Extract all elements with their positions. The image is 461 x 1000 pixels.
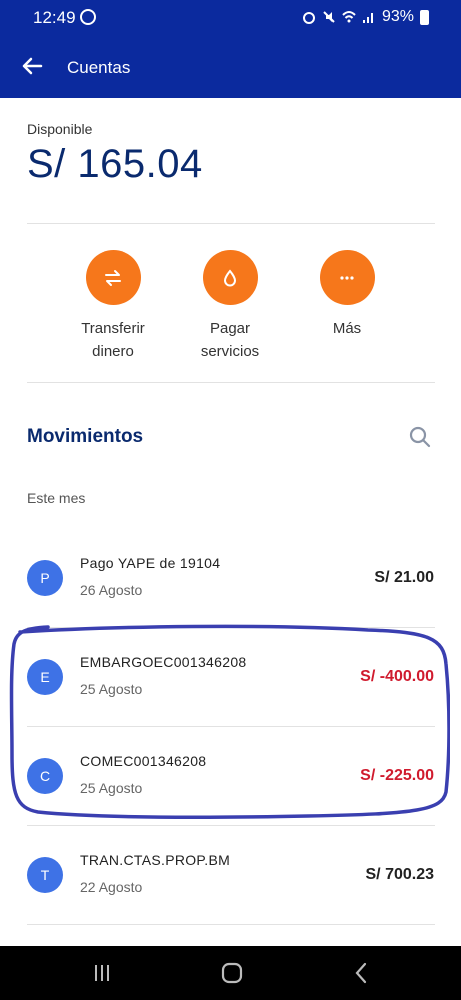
status-time: 12:49 bbox=[33, 8, 76, 27]
drop-icon bbox=[202, 250, 258, 305]
home-icon[interactable] bbox=[218, 959, 246, 987]
avatar: P bbox=[27, 560, 63, 596]
transaction-row[interactable]: P Pago YAPE de 19104 26 Agosto S/ 21.00 bbox=[0, 528, 461, 627]
app-bar: Cuentas bbox=[0, 36, 461, 98]
transaction-name: TRAN.CTAS.PROP.BM bbox=[80, 852, 231, 868]
battery-icon bbox=[420, 9, 429, 25]
transaction-amount: S/ 21.00 bbox=[374, 569, 434, 586]
action-label: Más bbox=[332, 320, 362, 337]
whatsapp-icon bbox=[80, 9, 96, 25]
highlight-annotation bbox=[9, 624, 450, 819]
wifi-icon bbox=[342, 11, 356, 23]
status-bar: 12:49 93% bbox=[0, 0, 461, 36]
transfer-money-button[interactable]: Transferir dinero bbox=[53, 250, 173, 363]
avatar: T bbox=[27, 857, 63, 893]
search-icon[interactable] bbox=[408, 425, 432, 449]
alarm-icon bbox=[302, 12, 315, 24]
divider bbox=[27, 382, 435, 383]
transaction-date: 22 Agosto bbox=[80, 879, 143, 895]
back-arrow-icon[interactable] bbox=[20, 54, 44, 78]
action-label: Pagar servicios bbox=[200, 320, 260, 360]
signal-icon bbox=[362, 13, 373, 23]
transaction-row[interactable]: T TRAN.CTAS.PROP.BM 22 Agosto S/ 700.23 bbox=[0, 825, 461, 924]
recent-apps-icon[interactable] bbox=[88, 959, 116, 987]
mute-icon bbox=[323, 11, 335, 23]
divider bbox=[27, 223, 435, 224]
battery-percent: 93% bbox=[381, 8, 414, 25]
movements-title: Movimientos bbox=[27, 426, 144, 447]
balance-amount: S/ 165.04 bbox=[27, 142, 203, 186]
transaction-date: 26 Agosto bbox=[80, 582, 143, 598]
page-title: Cuentas bbox=[67, 58, 131, 77]
action-label: Transferir dinero bbox=[81, 320, 145, 360]
more-button[interactable]: Más bbox=[287, 250, 407, 340]
divider bbox=[27, 924, 435, 925]
more-icon bbox=[319, 250, 375, 305]
transaction-amount: S/ 700.23 bbox=[365, 866, 435, 883]
pay-services-button[interactable]: Pagar servicios bbox=[170, 250, 290, 363]
system-nav-bar bbox=[0, 946, 461, 1000]
balance-label: Disponible bbox=[27, 121, 93, 137]
status-icons: 93% bbox=[302, 8, 429, 26]
transaction-name: Pago YAPE de 19104 bbox=[80, 555, 221, 571]
month-label: Este mes bbox=[27, 490, 86, 506]
back-icon[interactable] bbox=[348, 959, 376, 987]
transfer-icon bbox=[85, 250, 141, 305]
